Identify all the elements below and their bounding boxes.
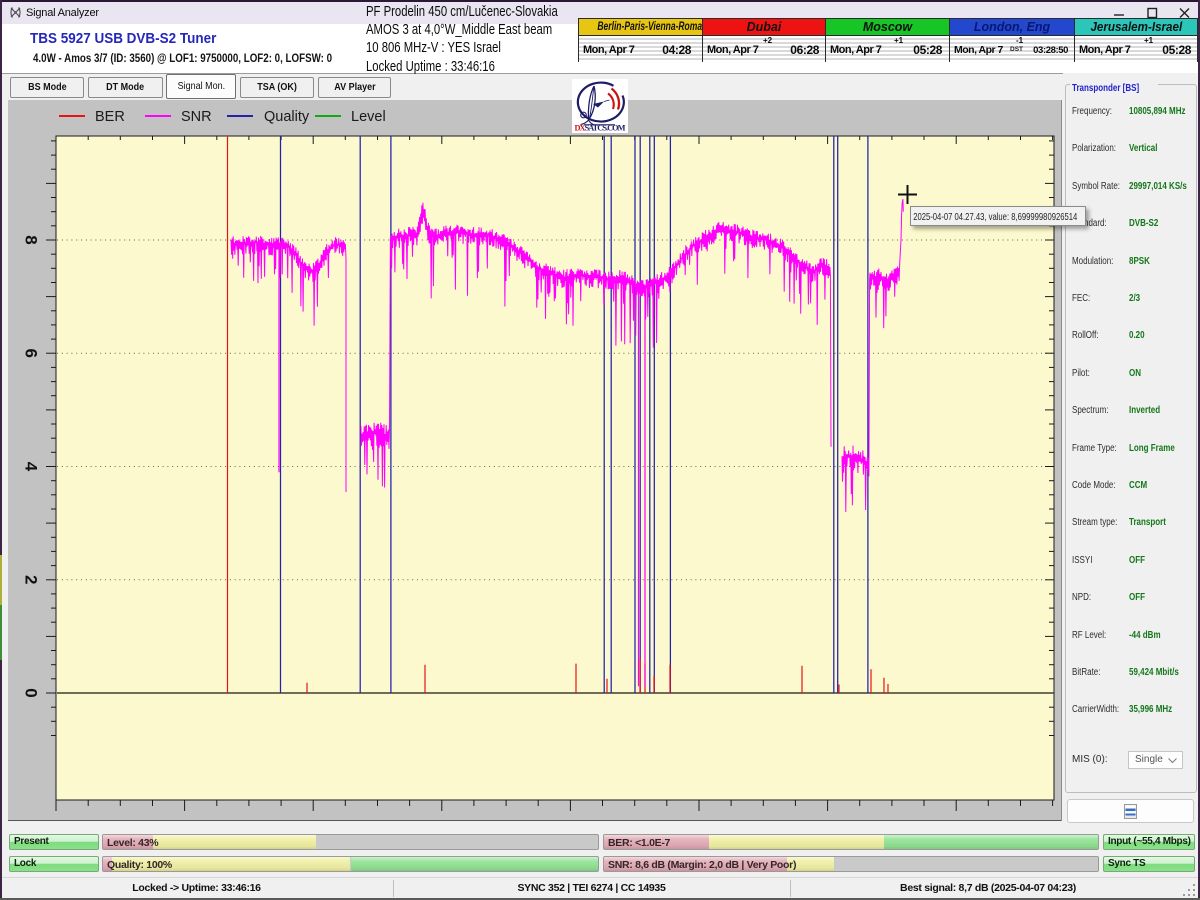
svg-text:0: 0 [22, 688, 41, 697]
svg-text:Quality: Quality [264, 109, 310, 125]
svg-text:4: 4 [22, 462, 41, 472]
svg-text:Level: Level [351, 109, 386, 125]
svg-text:8: 8 [22, 235, 41, 244]
svg-text:DXSATCS.COM: DXSATCS.COM [575, 124, 626, 133]
svg-text:2: 2 [22, 575, 41, 584]
svg-text:6: 6 [22, 349, 41, 358]
svg-text:SNR: SNR [181, 109, 212, 125]
svg-text:BER: BER [95, 109, 125, 125]
